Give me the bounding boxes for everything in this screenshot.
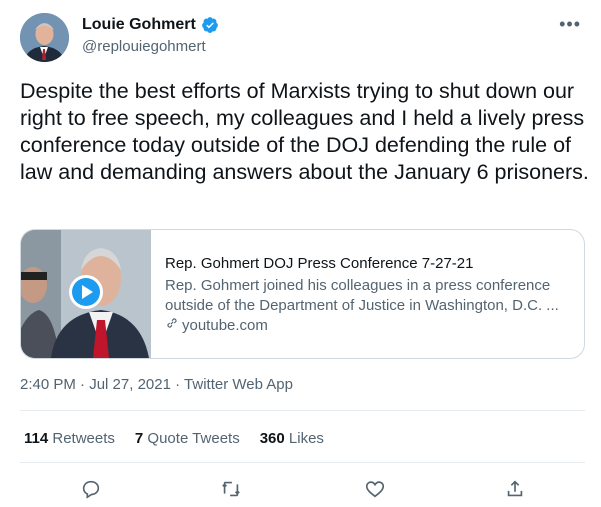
verified-badge-icon <box>201 16 219 34</box>
play-icon[interactable] <box>69 275 103 309</box>
share-icon[interactable] <box>500 474 530 504</box>
retweets-stat[interactable]: 114 Retweets <box>24 430 115 447</box>
quotes-count: 7 <box>134 430 144 447</box>
meta-separator: · <box>175 376 181 393</box>
likes-label: Likes <box>288 430 324 447</box>
meta-separator: · <box>80 376 86 393</box>
tweet-date[interactable]: Jul 27, 2021 <box>89 376 171 393</box>
card-domain: youtube.com <box>182 317 268 334</box>
quotes-label: Quote Tweets <box>147 430 240 447</box>
link-preview-card[interactable]: Rep. Gohmert DOJ Press Conference 7-27-2… <box>20 229 585 359</box>
avatar-image <box>20 13 69 62</box>
likes-count: 360 <box>259 430 285 447</box>
profile-avatar[interactable] <box>20 13 69 62</box>
card-title: Rep. Gohmert DOJ Press Conference 7-27-2… <box>165 255 474 272</box>
author-name-row: Louie Gohmert <box>82 16 219 34</box>
tweet-source[interactable]: Twitter Web App <box>184 376 293 393</box>
divider <box>20 410 585 411</box>
tweet-text: Despite the best efforts of Marxists try… <box>20 79 589 184</box>
tweet-time[interactable]: 2:40 PM <box>20 376 76 393</box>
retweets-count: 114 <box>24 430 49 447</box>
link-icon <box>165 316 179 336</box>
likes-stat[interactable]: 360 Likes <box>260 430 324 447</box>
tweet-stats: 114 Retweets 7 Quote Tweets 360 Likes <box>24 430 324 447</box>
author-handle[interactable]: @replouiegohmert <box>82 38 206 55</box>
retweet-icon[interactable] <box>216 474 246 504</box>
divider <box>20 462 585 463</box>
retweets-label: Retweets <box>52 430 115 447</box>
more-options-icon[interactable]: ••• <box>559 14 581 35</box>
reply-icon[interactable] <box>76 474 106 504</box>
tweet-actions <box>20 474 585 504</box>
card-description: Rep. Gohmert joined his colleagues in a … <box>165 277 559 314</box>
tweet-meta: 2:40 PM · Jul 27, 2021 · Twitter Web App <box>20 376 293 393</box>
author-display-name[interactable]: Louie Gohmert <box>82 16 196 34</box>
card-text-area[interactable]: Rep. Gohmert DOJ Press Conference 7-27-2… <box>151 230 575 358</box>
quote-tweets-stat[interactable]: 7 Quote Tweets <box>135 430 240 447</box>
like-icon[interactable] <box>360 474 390 504</box>
video-thumbnail[interactable] <box>21 230 151 358</box>
card-domain-row: youtube.com <box>165 316 575 336</box>
